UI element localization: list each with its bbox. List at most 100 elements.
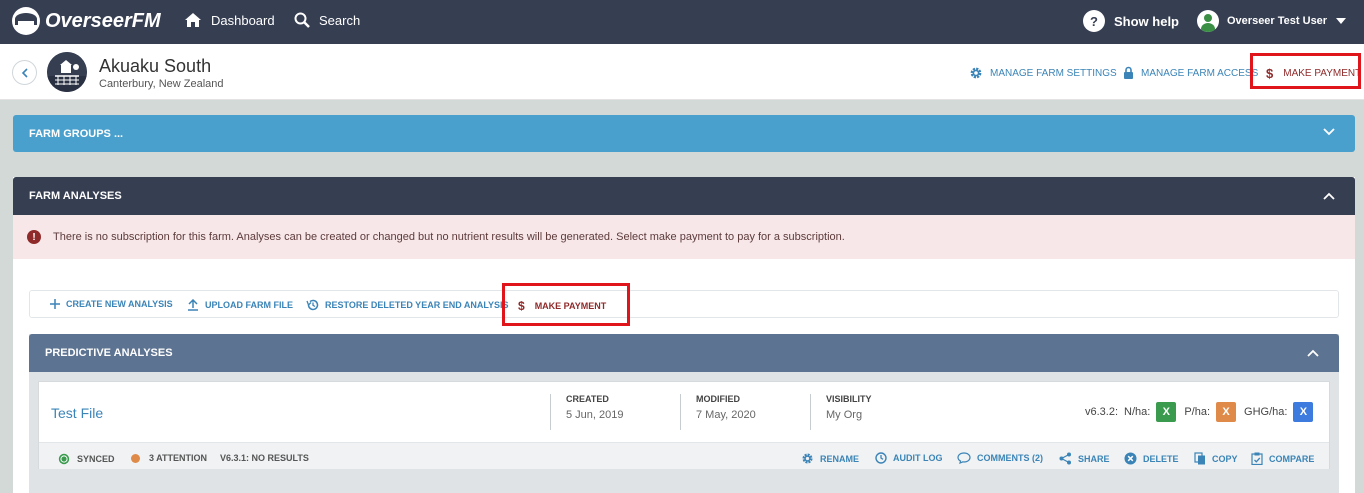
p-per-ha-label: P/ha: [1184,406,1211,418]
alert-icon: ! [27,230,41,244]
plus-icon [50,299,60,309]
audit-log-button[interactable]: AUDIT LOG [875,452,943,464]
predictive-analyses-header[interactable]: PREDICTIVE ANALYSES [29,334,1339,372]
audit-log-label: AUDIT LOG [893,453,943,463]
brand-logo[interactable]: OverseerFM [12,7,161,35]
home-icon [185,13,201,27]
caret-down-icon [1336,18,1347,24]
p-result-badge[interactable]: X [1216,402,1237,422]
highlight-box [1250,53,1361,89]
x-circle-icon [1124,452,1137,465]
analysis-name-link[interactable]: Test File [51,405,103,421]
visibility-value: My Org [826,409,863,421]
manage-farm-settings-label: MANAGE FARM SETTINGS [990,67,1117,79]
created-value: 5 Jun, 2019 [566,409,624,421]
comments-button[interactable]: COMMENTS (2) [957,452,1043,464]
results-status: V6.3.1: NO RESULTS [220,453,309,463]
upload-icon [188,299,198,311]
chevron-down-icon [1323,128,1335,136]
farm-name: Akuaku South [99,56,212,76]
analysis-card-footer: SYNCED 3 ATTENTION V6.3.1: NO RESULTS RE… [39,442,1329,469]
brand-name: OverseerFM [45,9,161,32]
synced-label: SYNCED [77,454,115,464]
ghg-result-badge[interactable]: X [1293,402,1314,422]
version-label: v6.3.2: [1085,406,1119,418]
attention-status[interactable]: 3 ATTENTION [131,453,207,463]
create-new-analysis-button[interactable]: CREATE NEW ANALYSIS [50,299,173,309]
n-result-badge[interactable]: X [1156,402,1177,422]
manage-farm-settings-link[interactable]: MANAGE FARM SETTINGS [969,66,1117,80]
farm-groups-title: FARM GROUPS ... [29,128,124,140]
show-help-label: Show help [1114,13,1179,29]
modified-meta: MODIFIED 7 May, 2020 [680,394,756,430]
share-button[interactable]: SHARE [1059,452,1110,465]
visibility-meta: VISIBILITY My Org [810,394,872,430]
search-icon [294,12,310,28]
chevron-up-icon [1323,192,1335,200]
back-button[interactable] [12,60,37,85]
gear-icon [802,453,813,464]
share-label: SHARE [1078,453,1110,464]
n-per-ha-label: N/ha: [1124,406,1151,418]
chevron-left-icon [21,67,28,78]
rename-button[interactable]: RENAME [801,452,859,465]
user-name: Overseer Test User [1227,15,1328,27]
comments-label: COMMENTS (2) [977,453,1043,463]
help-icon: ? [1083,10,1105,32]
restore-deleted-analysis-button[interactable]: RESTORE DELETED YEAR END ANALYSIS [306,299,509,311]
gear-icon [970,67,982,79]
farm-logo-icon [47,52,87,92]
farm-location: Canterbury, New Zealand [99,78,224,90]
show-help-button[interactable]: ? Show help [1083,10,1179,32]
manage-farm-access-link[interactable]: MANAGE FARM ACCESS [1123,66,1258,80]
compare-button[interactable]: COMPARE [1251,452,1314,465]
created-meta: CREATED 5 Jun, 2019 [550,394,624,430]
nav-search[interactable]: Search [294,12,360,28]
delete-label: DELETE [1143,453,1179,464]
farm-analyses-panel: FARM ANALYSES ! There is no subscription… [13,177,1355,493]
subscription-alert-text: There is no subscription for this farm. … [53,231,845,243]
farm-analyses-header[interactable]: FARM ANALYSES [13,177,1355,215]
lock-icon [1124,66,1133,79]
comment-icon [957,452,971,464]
check-circle-icon [58,453,70,465]
history-icon [306,299,319,311]
compare-label: COMPARE [1269,453,1315,464]
clipboard-check-icon [1251,452,1263,465]
ghg-per-ha-label: GHG/ha: [1244,406,1288,418]
result-badges: v6.3.2: N/ha: X P/ha: X GHG/ha: X [1085,402,1314,422]
copy-icon [1194,452,1205,465]
upload-farm-file-label: UPLOAD FARM FILE [205,300,293,310]
analysis-card: Test File CREATED 5 Jun, 2019 MODIFIED 7… [38,381,1330,469]
nav-dashboard-label: Dashboard [211,12,275,28]
farm-header: Akuaku South Canterbury, New Zealand MAN… [0,44,1364,100]
nav-search-label: Search [319,12,361,28]
user-menu[interactable]: Overseer Test User [1197,10,1347,32]
farm-groups-panel[interactable]: FARM GROUPS ... [13,115,1355,152]
subscription-alert: ! There is no subscription for this farm… [13,215,1355,259]
attention-dot-icon [131,453,140,463]
predictive-analyses-title: PREDICTIVE ANALYSES [45,347,173,359]
synced-status: SYNCED [58,453,115,465]
modified-value: 7 May, 2020 [696,409,756,421]
create-new-analysis-label: CREATE NEW ANALYSIS [66,299,173,309]
predictive-analyses-panel: PREDICTIVE ANALYSES Test File CREATED 5 … [29,334,1339,493]
restore-deleted-analysis-label: RESTORE DELETED YEAR END ANALYSIS [325,300,509,310]
analysis-action-bar: CREATE NEW ANALYSIS UPLOAD FARM FILE RES… [29,290,1339,318]
chevron-up-icon [1307,349,1319,357]
copy-label: COPY [1212,453,1238,464]
overseer-logo-icon [12,7,40,35]
top-nav: OverseerFM Dashboard Search ? Show help … [0,0,1364,44]
attention-label: 3 ATTENTION [149,453,207,463]
copy-button[interactable]: COPY [1194,452,1238,465]
upload-farm-file-button[interactable]: UPLOAD FARM FILE [187,299,293,311]
delete-button[interactable]: DELETE [1124,452,1179,465]
visibility-label: VISIBILITY [826,394,872,404]
farm-avatar [47,52,87,92]
highlight-box [502,283,630,326]
user-avatar-icon [1197,10,1219,32]
modified-label: MODIFIED [696,394,740,404]
rename-label: RENAME [820,453,860,464]
nav-dashboard[interactable]: Dashboard [184,12,275,28]
results-label: V6.3.1: NO RESULTS [220,453,309,463]
